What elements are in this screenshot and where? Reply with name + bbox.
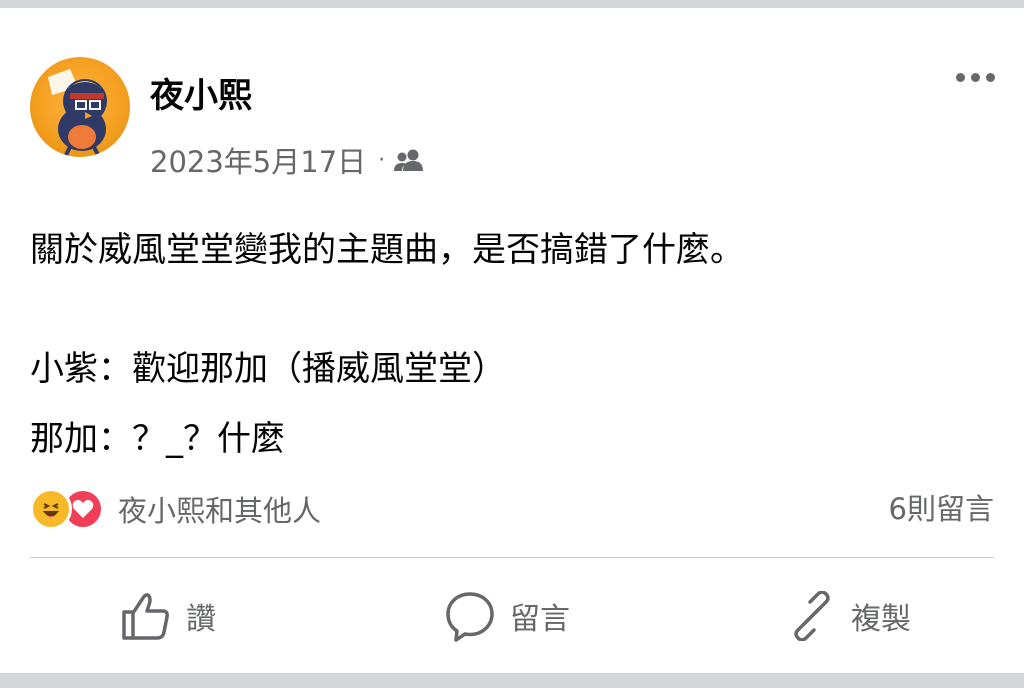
copy-label: 複製 (851, 602, 911, 637)
post-date[interactable]: 2023年5月17日 (150, 139, 366, 181)
copy-button[interactable]: 複製 (787, 586, 911, 646)
post-meta: 2023年5月17日 · (150, 139, 425, 181)
more-dot (955, 72, 965, 82)
avatar[interactable] (30, 57, 130, 157)
post-text-line: 小紫：歡迎那加（播威風堂堂） (30, 349, 506, 389)
reactions-summary[interactable]: 夜小熙和其他人 (30, 487, 321, 531)
more-options-icon[interactable] (950, 64, 1000, 90)
avatar-image (48, 69, 107, 156)
reactions-text: 夜小熙和其他人 (118, 494, 322, 528)
bottom-separator (0, 673, 1024, 688)
friends-icon[interactable] (393, 148, 425, 172)
link-icon (794, 591, 830, 641)
comment-button[interactable]: 留言 (444, 586, 570, 646)
comment-icon (446, 592, 494, 642)
comment-label: 留言 (510, 602, 570, 637)
top-separator (0, 0, 1024, 8)
more-dot (970, 72, 980, 82)
comments-count[interactable]: 6則留言 (889, 487, 994, 531)
author-name[interactable]: 夜小熙 (150, 68, 252, 117)
haha-icon (30, 488, 72, 530)
meta-separator: · (378, 147, 386, 173)
post-text-line: 關於威風堂堂變我的主題曲，是否搞錯了什麼。 (30, 230, 744, 270)
divider (30, 557, 994, 558)
thumbs-up-icon (122, 593, 169, 640)
like-button[interactable]: 讚 (120, 586, 216, 646)
more-dot (985, 72, 995, 82)
post-text-line: 那加：？_？什麼 (30, 419, 285, 459)
like-label: 讚 (186, 602, 216, 637)
